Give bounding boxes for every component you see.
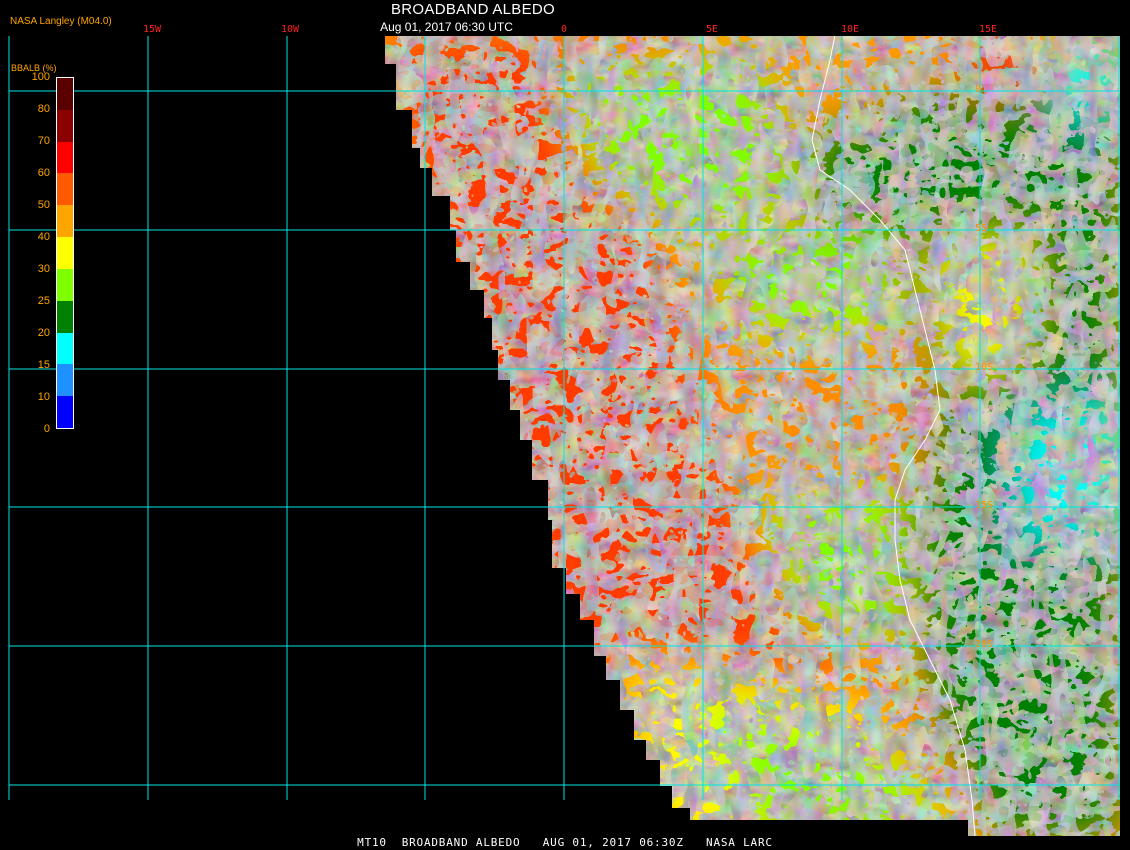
albedo-map	[8, 36, 1120, 836]
image-timestamp: Aug 01, 2017 06:30 UTC	[380, 20, 513, 34]
legend-tick-label: 15	[37, 359, 50, 371]
color-scale-bar	[56, 77, 74, 429]
legend-swatch	[57, 109, 73, 142]
lat-label-20s: 20S	[975, 639, 994, 650]
lat-label-5s: 5S	[975, 223, 988, 234]
legend-tick-label: 60	[37, 167, 50, 179]
lat-label-10s: 10S	[975, 362, 994, 373]
legend-swatch	[57, 396, 73, 428]
footer-caption: MT10 BROADBAND ALBEDO AUG 01, 2017 06:30…	[357, 836, 773, 849]
legend-swatch	[57, 205, 73, 238]
legend-tick-label: 10	[37, 391, 50, 403]
legend-swatch	[57, 268, 73, 301]
legend-tick-label: 80	[37, 103, 50, 115]
legend-tick-label: 70	[37, 135, 50, 147]
image-title: BROADBAND ALBEDO	[390, 1, 555, 18]
legend-swatch	[57, 332, 73, 365]
legend-tick-label: 40	[37, 231, 50, 243]
lat-label-0: 0	[975, 84, 982, 95]
source-label: NASA Langley (M04.0)	[10, 16, 112, 27]
legend-swatch	[57, 364, 73, 397]
legend-swatch	[57, 237, 73, 269]
lat-label-15s: 15S	[975, 500, 994, 511]
legend-tick-label: 50	[37, 199, 50, 211]
legend-swatch	[57, 300, 73, 333]
legend-swatch	[57, 78, 73, 110]
legend-tick-label: 25	[37, 295, 50, 307]
legend-tick-label: 100	[31, 71, 50, 83]
legend-swatch	[57, 173, 73, 206]
satellite-image-viewer: 15W 10W 0 5E 10E 15E 0 5S 10S 15S 20S BR…	[0, 0, 1130, 850]
legend-swatch	[57, 141, 73, 174]
lon-label-15e: 15E	[978, 24, 998, 35]
legend-tick-label: 30	[37, 263, 50, 275]
legend-tick-label: 20	[37, 327, 50, 339]
legend-tick-label: 0	[43, 423, 50, 435]
albedo-swath	[385, 36, 1120, 836]
